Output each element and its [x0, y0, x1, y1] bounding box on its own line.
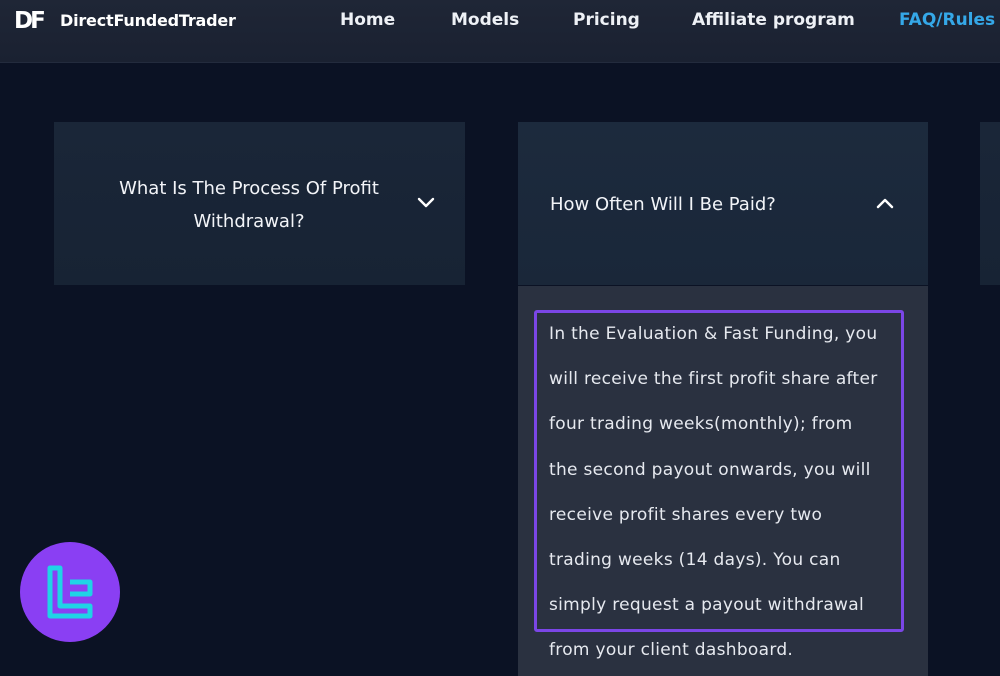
nav-item-faq-rules[interactable]: FAQ/Rules: [899, 10, 995, 30]
faq-item-partial[interactable]: [980, 122, 1000, 285]
nav-item-home[interactable]: Home: [340, 10, 395, 30]
brand-name[interactable]: DirectFundedTrader: [60, 11, 236, 30]
faq-question: What Is The Process Of Profit Withdrawal…: [119, 178, 379, 232]
tradingfinder-logo-icon: [20, 542, 120, 642]
chevron-down-icon[interactable]: [415, 192, 437, 214]
faq-item-payment-frequency[interactable]: How Often Will I Be Paid?: [518, 122, 928, 285]
faq-question: How Often Will I Be Paid?: [550, 194, 776, 215]
faq-answer: In the Evaluation & Fast Funding, you wi…: [549, 324, 878, 661]
chevron-up-icon[interactable]: [874, 192, 896, 214]
top-navbar: DF DirectFundedTrader Home Models Pricin…: [0, 0, 1000, 63]
faq-item-profit-withdrawal[interactable]: What Is The Process Of Profit Withdrawal…: [54, 122, 465, 285]
nav-item-affiliate-program[interactable]: Affiliate program: [692, 10, 855, 30]
nav-item-models[interactable]: Models: [451, 10, 519, 30]
brand-logo-icon[interactable]: DF: [14, 8, 50, 34]
nav-item-pricing[interactable]: Pricing: [573, 10, 640, 30]
